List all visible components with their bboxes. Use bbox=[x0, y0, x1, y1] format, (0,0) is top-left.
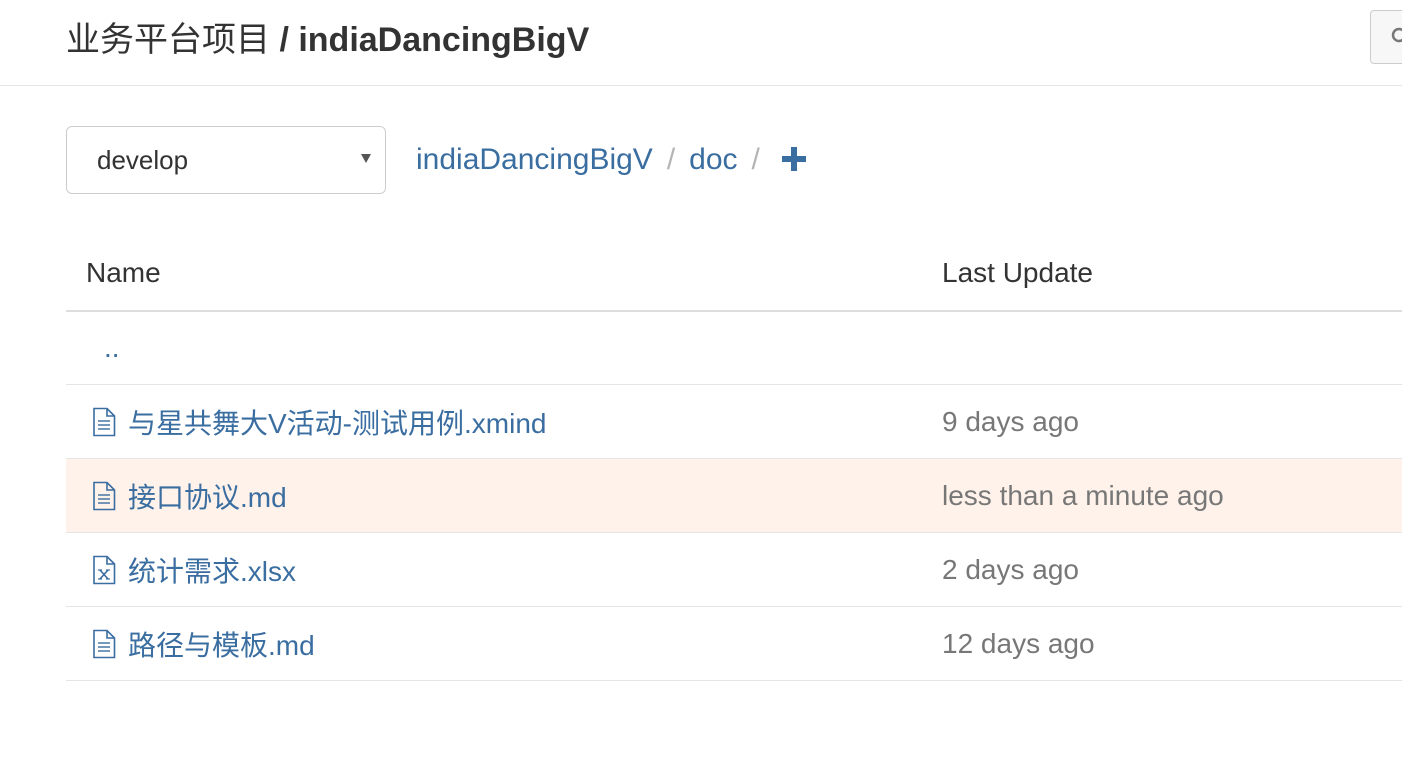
search-icon bbox=[1391, 27, 1402, 43]
file-tree-table: Name Last Update .. 与星共舞大V活动-测试用例.xmind … bbox=[66, 236, 1402, 681]
file-name-cell: 与星共舞大V活动-测试用例.xmind bbox=[66, 384, 942, 459]
add-file-icon[interactable] bbox=[781, 147, 806, 171]
title-separator: / bbox=[270, 21, 299, 59]
table-row: 统计需求.xlsx 2 days ago bbox=[66, 532, 1402, 607]
file-text-icon bbox=[93, 481, 116, 511]
file-link[interactable]: 接口协议.md bbox=[128, 482, 287, 513]
page-title: 业务平台项目 / indiaDancingBigV bbox=[66, 18, 589, 62]
table-row: 路径与模板.md 12 days ago bbox=[66, 606, 1402, 681]
table-header-row: Name Last Update bbox=[66, 236, 1402, 312]
breadcrumb-item-project[interactable]: indiaDancingBigV bbox=[416, 143, 653, 176]
breadcrumb-item-doc[interactable]: doc bbox=[689, 143, 737, 176]
breadcrumb-separator: / bbox=[666, 143, 676, 176]
group-name-link[interactable]: 业务平台项目 bbox=[66, 21, 270, 59]
table-row: 与星共舞大V活动-测试用例.xmind 9 days ago bbox=[66, 384, 1402, 459]
file-updated-cell: 2 days ago bbox=[942, 532, 1402, 607]
file-updated-cell: 9 days ago bbox=[942, 384, 1402, 459]
file-excel-icon bbox=[93, 555, 116, 585]
parent-update-cell bbox=[942, 311, 1402, 385]
branch-select[interactable]: develop bbox=[66, 126, 386, 194]
branch-select-value: develop bbox=[97, 145, 189, 175]
file-updated-cell: 12 days ago bbox=[942, 606, 1402, 681]
column-header-name: Name bbox=[66, 236, 942, 312]
file-name-cell: 接口协议.md bbox=[66, 458, 942, 533]
search-input[interactable] bbox=[1370, 10, 1402, 64]
project-name-link[interactable]: indiaDancingBigV bbox=[298, 21, 589, 59]
table-row: 接口协议.md less than a minute ago bbox=[66, 458, 1402, 533]
file-text-icon bbox=[93, 407, 116, 437]
file-name-cell: 路径与模板.md bbox=[66, 606, 942, 681]
page-header: 业务平台项目 / indiaDancingBigV bbox=[0, 0, 1402, 86]
file-link[interactable]: 路径与模板.md bbox=[128, 630, 315, 661]
file-link[interactable]: 与星共舞大V活动-测试用例.xmind bbox=[128, 408, 546, 439]
file-link[interactable]: 统计需求.xlsx bbox=[128, 556, 296, 587]
file-name-cell: 统计需求.xlsx bbox=[66, 532, 942, 607]
chevron-down-icon bbox=[361, 154, 371, 163]
file-updated-cell: less than a minute ago bbox=[942, 458, 1402, 533]
parent-directory-link[interactable]: .. bbox=[86, 332, 120, 363]
column-header-last-update: Last Update bbox=[942, 236, 1402, 312]
file-text-icon bbox=[93, 629, 116, 659]
table-row-parent: .. bbox=[66, 311, 1402, 385]
parent-cell: .. bbox=[66, 311, 942, 385]
breadcrumb-separator: / bbox=[751, 143, 760, 176]
breadcrumb: indiaDancingBigV / doc / bbox=[416, 138, 806, 182]
